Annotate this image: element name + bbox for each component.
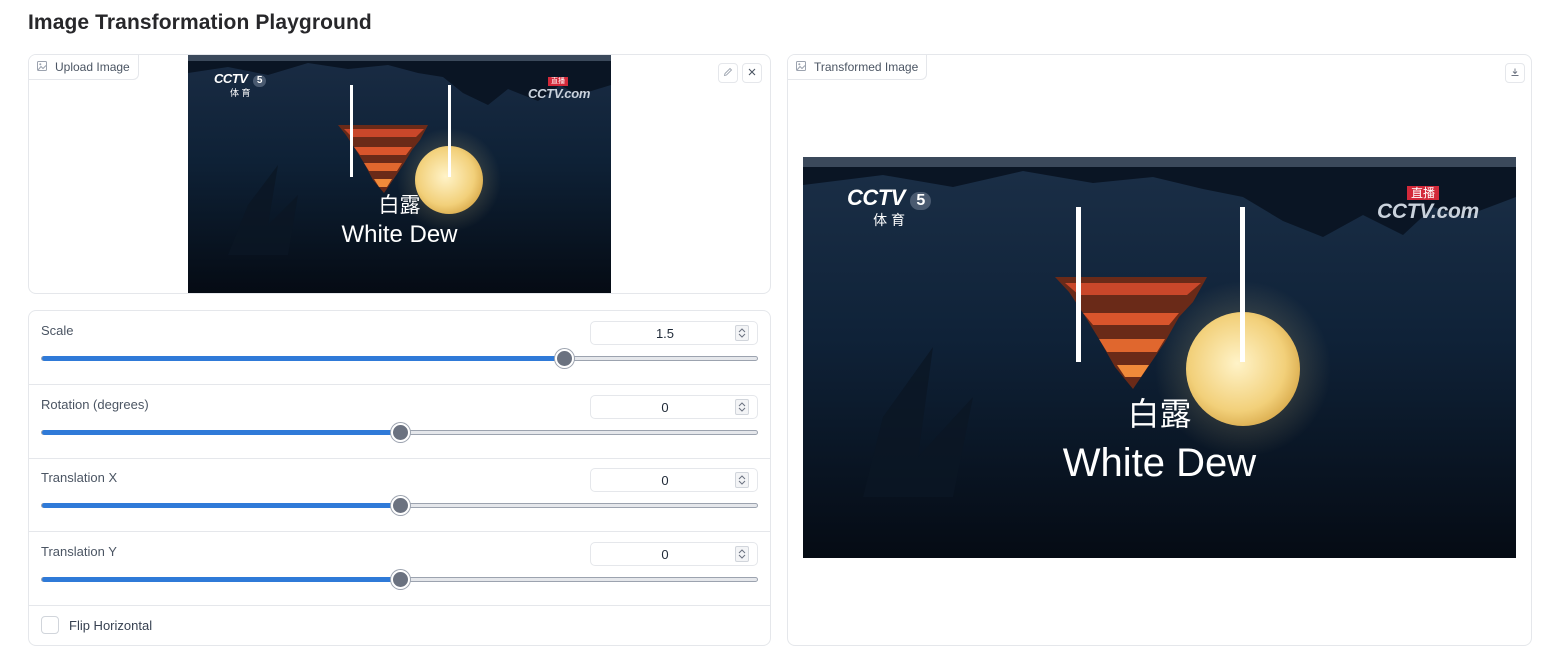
logo-right-text: CCTV.com [1377,200,1479,223]
spin-arrows-icon[interactable] [735,546,749,562]
upload-image-panel[interactable]: Upload Image CCTV 5 体 育 直播 CCTV.com 白露 W… [28,54,771,294]
spin-arrows-icon[interactable] [735,472,749,488]
download-icon [1510,64,1520,82]
translation-y-slider-track[interactable] [41,570,758,589]
scale-number-box[interactable] [590,321,758,345]
close-icon [747,64,757,82]
translation-x-slider-track[interactable] [41,496,758,515]
upload-image-tag: Upload Image [29,55,139,80]
caption-english: White Dew [341,221,458,248]
edit-icon [723,64,733,82]
scale-slider-fill [42,356,564,361]
upload-image-label: Upload Image [55,60,130,74]
translation-x-slider-fill [42,503,400,508]
logo-left: CCTV 5 体 育 [847,185,932,228]
transformed-image: CCTV 5 体 育 直播 CCTV.com 白露 White Dew [803,157,1516,558]
logo-left: CCTV 5 体 育 [214,71,267,98]
translation-y-control: Translation Y [29,532,770,606]
logo-left-sub: 体 育 [873,212,906,228]
scale-label: Scale [41,323,74,338]
page-title: Image Transformation Playground [28,11,372,34]
image-icon [796,60,806,74]
translation-y-input[interactable] [591,543,739,565]
translation-y-slider-thumb[interactable] [390,570,410,589]
caption-chinese: 白露 [378,193,421,217]
rotation-slider-track[interactable] [41,423,758,442]
rotation-slider-thumb[interactable] [390,423,410,442]
logo-left-number: 5 [252,75,267,87]
caption-english: White Dew [1062,441,1257,485]
rotation-input[interactable] [591,396,739,418]
rotation-number-box[interactable] [590,395,758,419]
flip-horizontal-control[interactable]: Flip Horizontal [41,616,152,634]
flip-horizontal-label: Flip Horizontal [69,617,153,633]
scale-slider-thumb[interactable] [554,349,574,368]
spin-arrows-icon[interactable] [735,399,749,415]
controls-panel: Scale Rotation (degrees) Translation X [28,310,771,646]
logo-left-number: 5 [910,192,932,210]
logo-right-badge: 直播 [1407,186,1440,200]
logo-left-sub: 体 育 [229,88,251,98]
rotation-slider-fill [42,430,400,435]
scale-input[interactable] [591,322,739,344]
logo-right-badge: 直播 [548,77,568,86]
logo-left-text: CCTV [214,71,248,86]
transformed-image-panel: Transformed Image CCTV 5 体 育 直播 CCTV.com… [787,54,1532,646]
rotation-control: Rotation (degrees) [29,385,770,459]
logo-left-text: CCTV [847,185,905,210]
edit-button[interactable] [718,63,738,83]
translation-y-label: Translation Y [41,544,117,559]
translation-x-number-box[interactable] [590,468,758,492]
logo-right: 直播 CCTV.com [1377,185,1479,222]
clear-button[interactable] [742,63,762,83]
spin-arrows-icon[interactable] [735,325,749,341]
translation-x-control: Translation X [29,458,770,532]
transformed-image-label: Transformed Image [814,60,919,74]
download-button[interactable] [1505,63,1525,83]
caption-chinese: 白露 [1127,395,1192,433]
translation-x-slider-thumb[interactable] [390,496,410,515]
translation-x-input[interactable] [591,469,739,491]
translation-x-label: Translation X [41,470,118,485]
transformed-image-tag: Transformed Image [788,55,928,80]
flip-horizontal-checkbox[interactable] [41,616,59,634]
rotation-label: Rotation (degrees) [41,397,149,412]
logo-right: 直播 CCTV.com [528,71,590,100]
scale-control: Scale [29,311,770,385]
image-icon [37,60,47,74]
logo-right-text: CCTV.com [528,86,591,101]
translation-y-number-box[interactable] [590,542,758,566]
scale-slider-track[interactable] [41,349,758,368]
translation-y-slider-fill [42,577,400,582]
uploaded-image: CCTV 5 体 育 直播 CCTV.com 白露 White Dew [188,55,611,293]
